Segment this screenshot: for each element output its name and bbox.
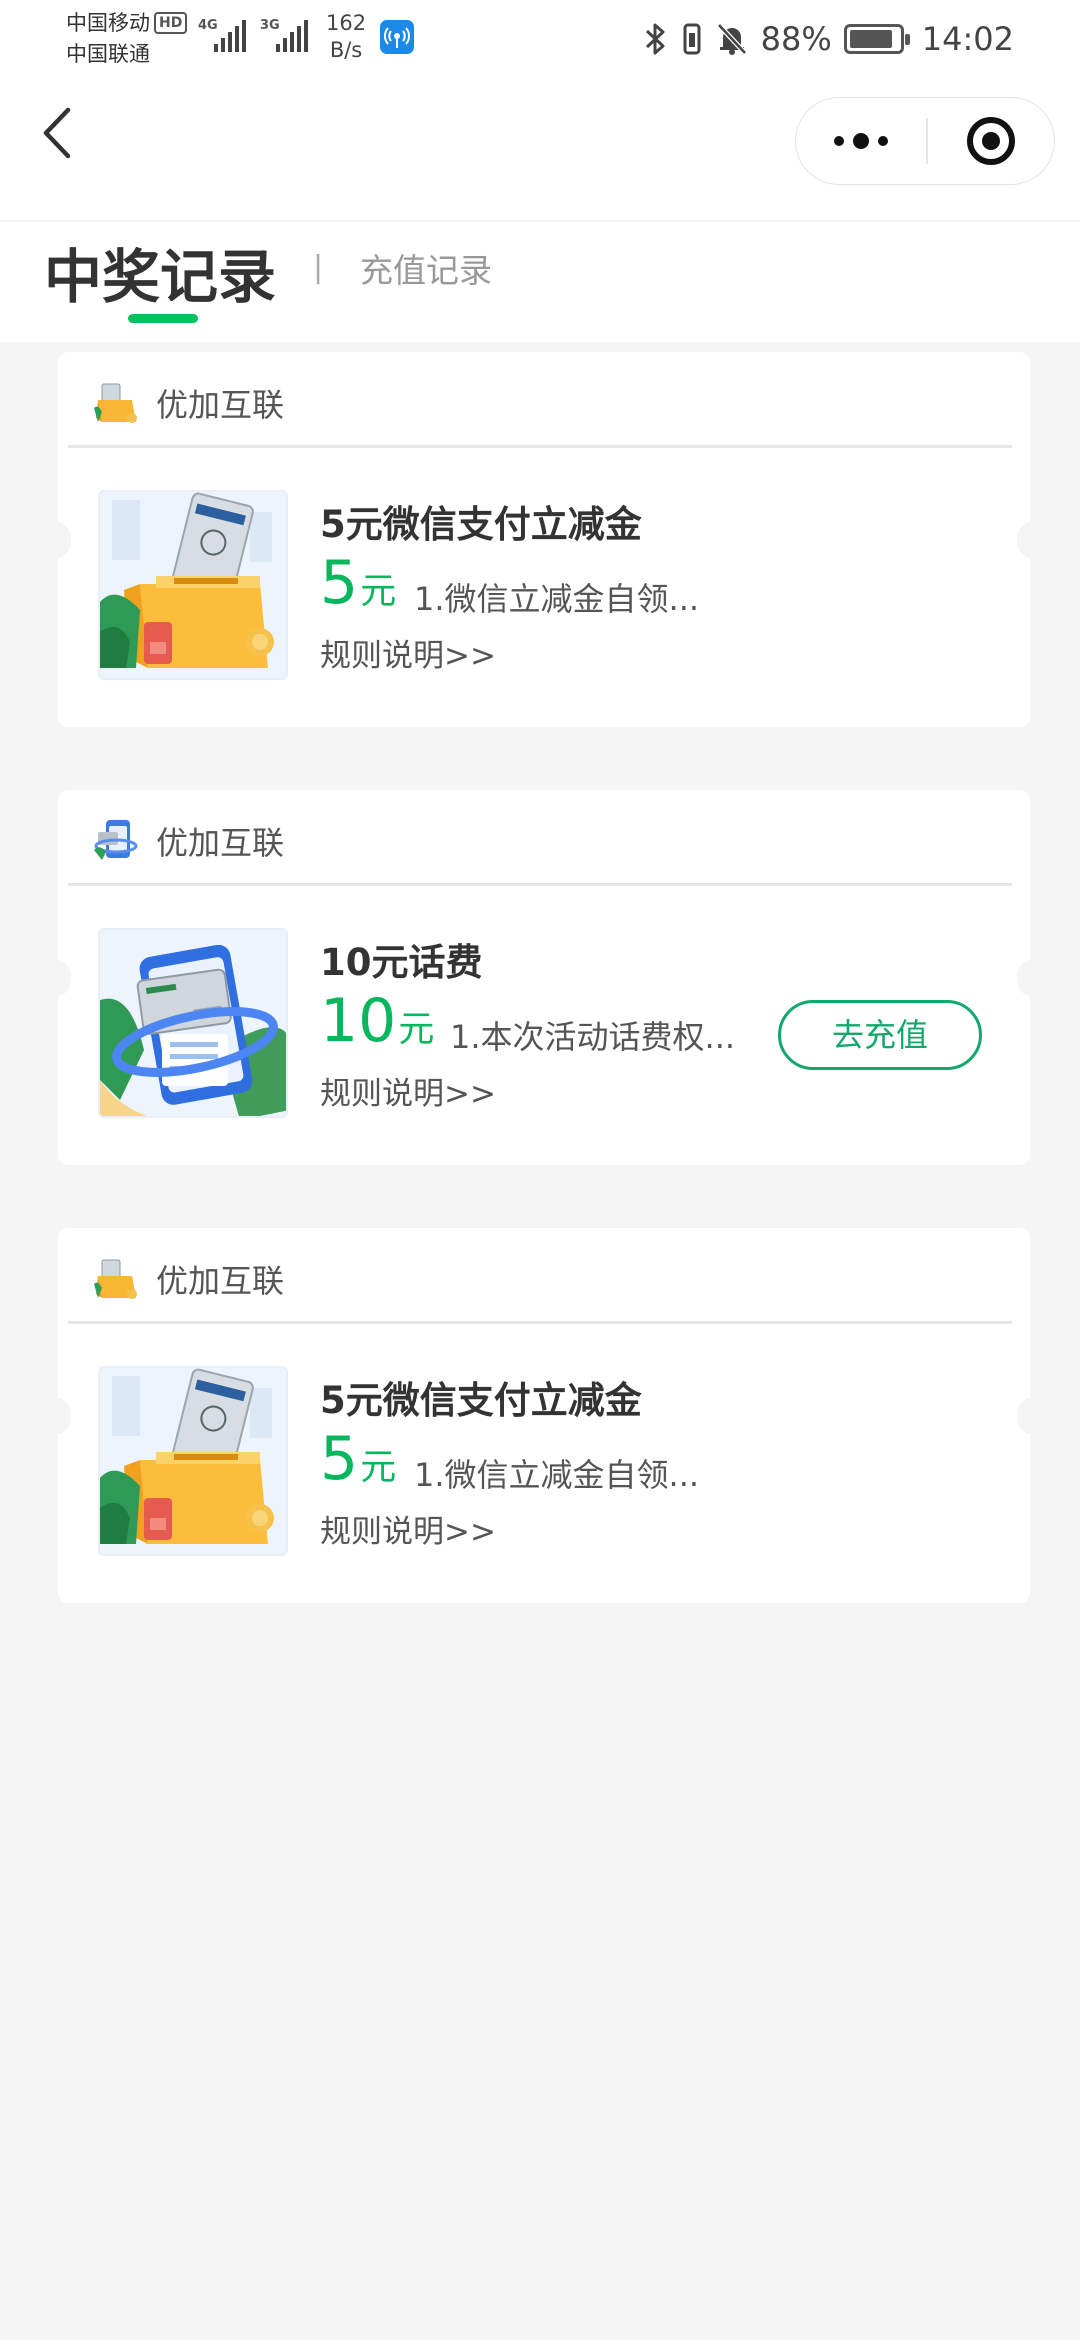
carrier-1: 中国移动: [66, 11, 150, 35]
sim2-signal-icon: 3G: [260, 18, 312, 52]
prize-value-number: 5: [320, 1424, 359, 1494]
rules-link[interactable]: 规则说明>>: [320, 1068, 496, 1113]
vibrate-icon: [683, 23, 701, 55]
prize-image: [98, 1366, 288, 1556]
prize-value: 5元: [320, 1424, 396, 1494]
money-box-card-icon: [100, 1368, 286, 1554]
prize-description: 1.微信立减金自领...: [414, 1456, 700, 1494]
prize-card: 优加互联 5元微信支付立减金 5元 1.微信立减金自领... 规则说明>>: [45, 352, 1043, 727]
prize-title: 5元微信支付立减金: [320, 503, 642, 546]
tab-prize-records[interactable]: 中奖记录: [44, 230, 276, 314]
card-divider: [68, 1321, 1012, 1324]
card-divider: [68, 883, 1012, 886]
prize-value: 10元: [320, 986, 434, 1056]
target-close-icon: [967, 117, 1015, 165]
prize-description: 1.本次活动话费权...: [450, 1018, 736, 1056]
prize-description: 1.微信立减金自领...: [414, 580, 700, 618]
navigation-bar: [0, 80, 1080, 220]
recharge-button[interactable]: 去充值: [778, 1000, 982, 1070]
clock: 14:02: [921, 20, 1014, 58]
prize-value-unit: 元: [360, 571, 397, 612]
merchant-name: 优加互联: [156, 1262, 285, 1300]
prize-value-number: 10: [320, 986, 397, 1056]
carrier-2: 中国联通: [66, 42, 150, 66]
prize-image: [98, 928, 288, 1118]
status-right: 88% 14:02: [643, 14, 1014, 64]
prize-value-unit: 元: [360, 1447, 397, 1488]
prize-value-unit: 元: [398, 1009, 435, 1050]
merchant-name: 优加互联: [156, 824, 285, 862]
back-button[interactable]: [30, 104, 90, 164]
money-box-card-icon: [100, 492, 286, 678]
tab-recharge-records[interactable]: 充值记录: [360, 244, 492, 292]
carrier-info: 中国移动 HD 中国联通: [66, 8, 188, 70]
prize-image: [98, 490, 288, 680]
chevron-left-icon: [43, 107, 71, 159]
rules-link[interactable]: 规则说明>>: [320, 630, 496, 675]
merchant-row: 优加互联: [58, 352, 1030, 452]
network-speed-value: 162: [326, 11, 367, 35]
tab-divider: |: [313, 250, 324, 285]
battery-percent: 88%: [760, 20, 832, 58]
prize-value-number: 5: [320, 548, 359, 618]
more-dots-icon: [834, 133, 888, 149]
merchant-row: 优加互联: [58, 790, 1030, 890]
record-tabs: 中奖记录 | 充值记录: [0, 222, 1080, 342]
battery-icon: [843, 24, 910, 54]
status-bar: 中国移动 HD 中国联通 4G 3G 162 B/s 88% 14:02: [0, 0, 1080, 80]
active-tab-indicator: [128, 314, 198, 323]
prize-value: 5元: [320, 548, 396, 618]
more-button[interactable]: [796, 98, 926, 183]
phone-card-icon: [94, 820, 138, 860]
miniapp-capsule: [795, 97, 1055, 185]
merchant-name: 优加互联: [156, 386, 285, 424]
prize-card: 优加互联 10元话费 10元 1.本次活动话费权... 规则说明>> 去充值: [45, 790, 1043, 1165]
phone-recharge-icon: [100, 930, 286, 1116]
money-box-icon: [94, 383, 137, 423]
money-box-icon: [94, 1259, 137, 1299]
hd-badge: HD: [154, 12, 188, 34]
hotspot-icon: [380, 20, 414, 54]
bluetooth-icon: [645, 23, 665, 55]
sim1-signal-icon: 4G: [198, 18, 250, 52]
card-divider: [68, 445, 1012, 448]
network-speed: 162 B/s: [326, 10, 366, 64]
mute-bell-icon: [716, 23, 747, 55]
close-miniapp-button[interactable]: [927, 98, 1055, 183]
prize-card: 优加互联 5元微信支付立减金 5元 1.微信立减金自领... 规则说明>>: [45, 1228, 1043, 1603]
merchant-row: 优加互联: [58, 1228, 1030, 1328]
network-speed-unit: B/s: [329, 38, 363, 62]
prize-title: 10元话费: [320, 941, 483, 984]
prize-title: 5元微信支付立减金: [320, 1379, 642, 1422]
rules-link[interactable]: 规则说明>>: [320, 1506, 496, 1551]
